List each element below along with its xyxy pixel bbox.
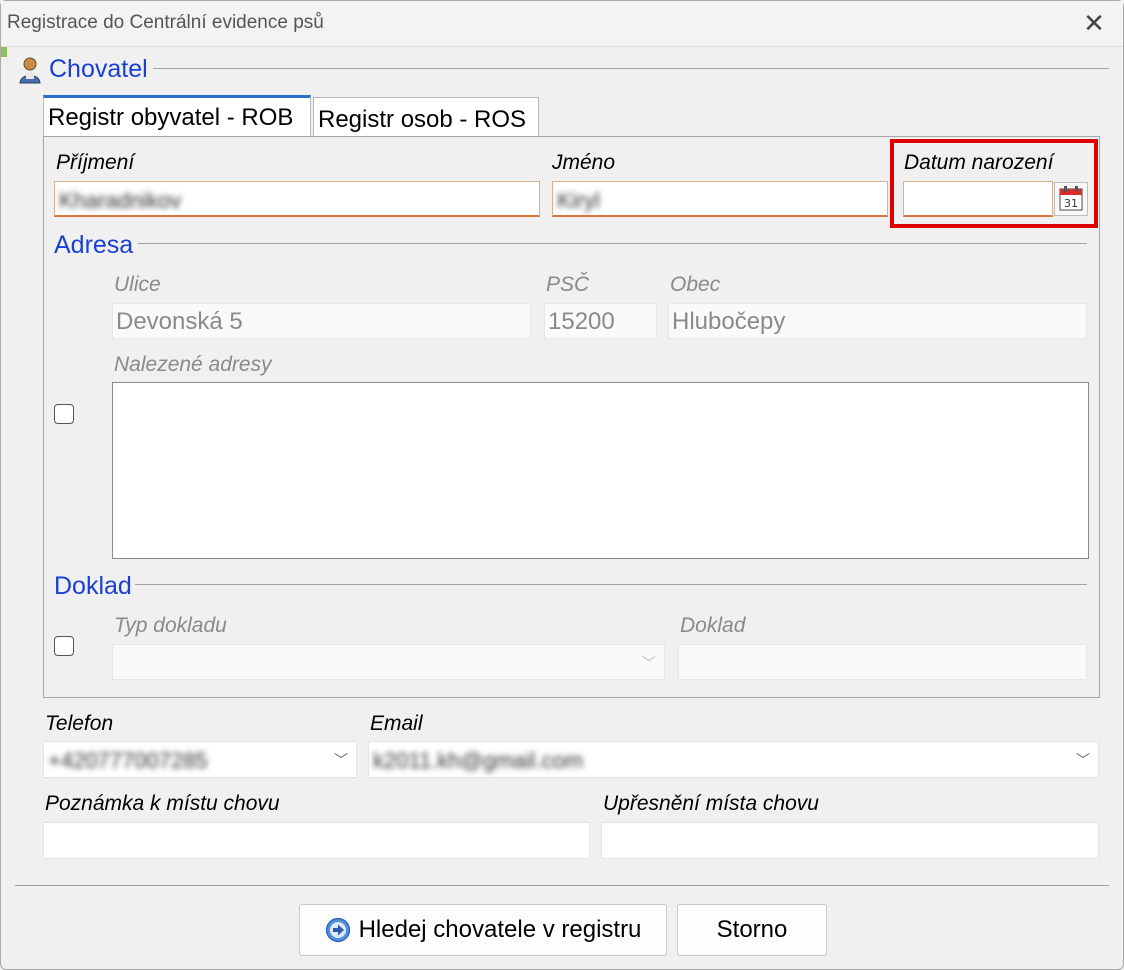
place-note-label: Poznámka k místu chovu <box>45 792 280 815</box>
search-owner-button[interactable]: Hledej chovatele v registru <box>299 904 667 956</box>
chevron-down-icon: ﹀ <box>642 655 656 671</box>
email-label: Email <box>370 712 423 735</box>
tab-rob[interactable]: Registr obyvatel - ROB <box>43 95 311 137</box>
tab-ros-label: Registr osob - ROS <box>318 106 527 133</box>
birth-date-input[interactable] <box>903 181 1053 217</box>
document-checkbox[interactable] <box>54 636 74 656</box>
document-section-divider <box>135 584 1087 585</box>
title-bar: Registrace do Centrální evidence psů ✕ <box>1 1 1123 47</box>
cancel-button[interactable]: Storno <box>677 904 827 956</box>
email-select[interactable]: k2011.kh@gmail.com ﹀ <box>368 741 1099 778</box>
background-strip <box>1 47 7 57</box>
city-input[interactable]: Hlubočepy <box>668 303 1087 339</box>
birth-date-label: Datum narození <box>904 151 1054 174</box>
found-addresses-list[interactable] <box>112 382 1089 559</box>
owner-section-divider <box>153 68 1109 69</box>
cancel-label: Storno <box>716 916 788 943</box>
address-section-title: Adresa <box>54 231 134 259</box>
tab-rob-label: Registr obyvatel - ROB <box>48 104 294 131</box>
document-type-label: Typ dokladu <box>114 614 227 637</box>
street-value: Devonská 5 <box>116 308 243 335</box>
place-detail-input[interactable] <box>601 822 1099 859</box>
found-addresses-checkbox[interactable] <box>54 404 74 424</box>
place-detail-label: Upřesnění místa chovu <box>603 792 819 815</box>
phone-value: +420777007285 <box>48 748 208 773</box>
city-value: Hlubočepy <box>672 308 786 335</box>
owner-section-header: Chovatel <box>17 55 148 84</box>
search-owner-label: Hledej chovatele v registru <box>358 916 642 943</box>
street-label: Ulice <box>114 273 161 296</box>
first-name-input[interactable]: Kiryl <box>552 181 888 217</box>
dialog-window: Registrace do Centrální evidence psů ✕ C… <box>0 0 1124 970</box>
footer-divider <box>15 885 1109 886</box>
first-name-label: Jméno <box>552 151 616 174</box>
document-number-label: Doklad <box>680 614 746 637</box>
street-input[interactable]: Devonská 5 <box>112 303 531 339</box>
surname-input[interactable]: Kharadnikov <box>54 181 540 217</box>
svg-text:31: 31 <box>1064 197 1078 210</box>
document-number-input[interactable] <box>678 644 1087 680</box>
person-icon <box>19 57 41 83</box>
document-section-title: Doklad <box>54 572 132 600</box>
phone-select[interactable]: +420777007285 ﹀ <box>43 741 357 778</box>
surname-label: Příjmení <box>56 151 135 174</box>
calendar-button[interactable]: 31 <box>1054 182 1088 216</box>
city-label: Obec <box>670 273 721 296</box>
email-value: k2011.kh@gmail.com <box>373 748 584 773</box>
chevron-down-icon: ﹀ <box>334 752 348 768</box>
window-title: Registrace do Centrální evidence psů <box>7 12 324 33</box>
owner-section-title: Chovatel <box>49 55 148 83</box>
document-type-select[interactable]: ﹀ <box>112 644 665 680</box>
chevron-down-icon: ﹀ <box>1076 752 1090 768</box>
surname-value: Kharadnikov <box>59 188 182 213</box>
place-note-input[interactable] <box>43 822 590 859</box>
close-button[interactable]: ✕ <box>1079 9 1109 39</box>
found-addresses-label: Nalezené adresy <box>114 353 272 376</box>
zip-value: 15200 <box>548 308 615 335</box>
arrow-right-circle-icon <box>325 917 350 943</box>
phone-label: Telefon <box>45 712 114 735</box>
address-section-divider <box>138 243 1087 244</box>
tab-ros[interactable]: Registr osob - ROS <box>313 97 539 137</box>
zip-label: PSČ <box>546 273 590 296</box>
close-icon: ✕ <box>1083 8 1105 38</box>
first-name-value: Kiryl <box>557 188 600 213</box>
calendar-icon: 31 <box>1059 186 1083 211</box>
zip-input[interactable]: 15200 <box>544 303 657 339</box>
